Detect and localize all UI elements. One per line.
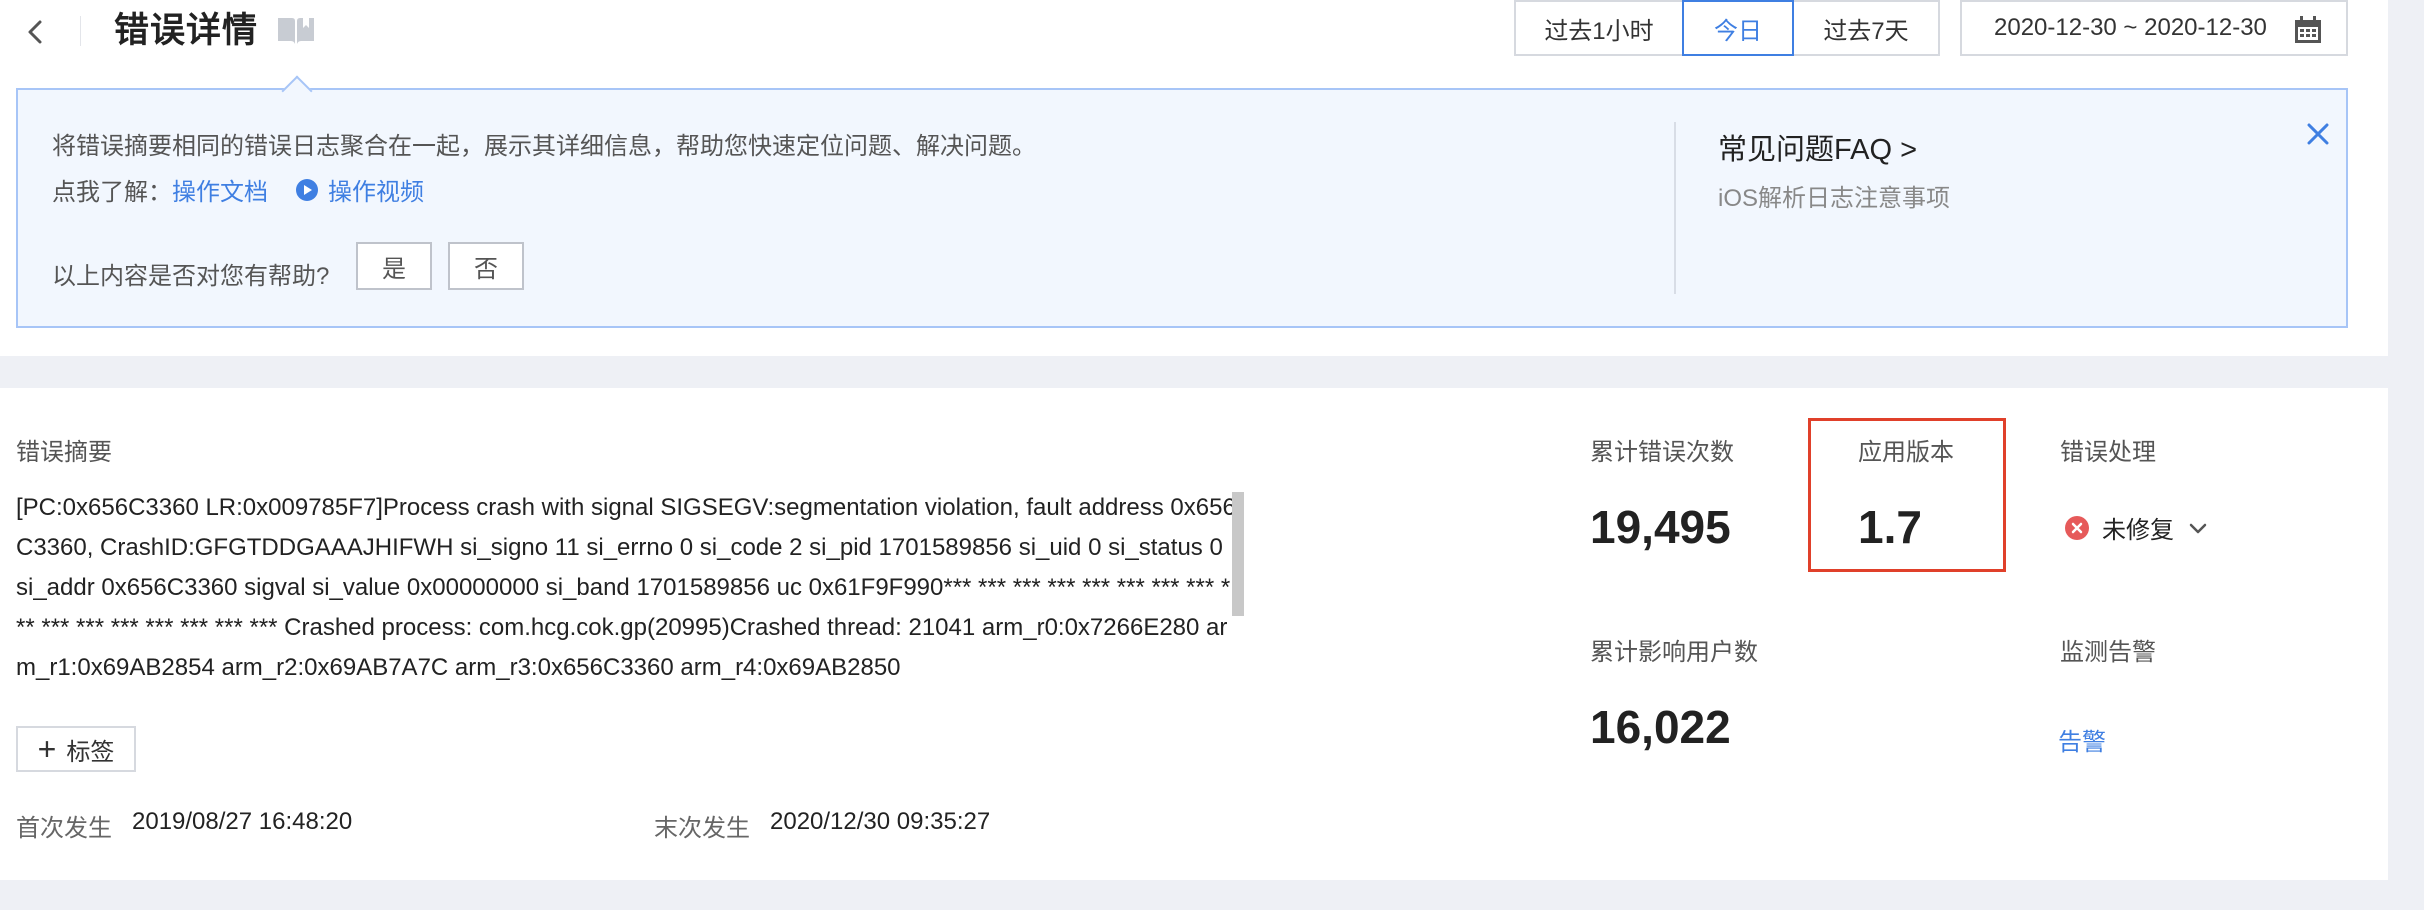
helpful-yes-button[interactable]: 是 xyxy=(356,242,432,290)
total-errors-label: 累计错误次数 xyxy=(1590,439,1734,466)
notice-divider xyxy=(1674,122,1676,294)
filter-past-7-days-button[interactable]: 过去7天 xyxy=(1792,0,1940,56)
close-icon[interactable] xyxy=(2302,118,2334,150)
error-detail-card: 错误摘要 [PC:0x656C3360 LR:0x009785F7]Proces… xyxy=(0,388,2388,880)
tag-button-label: 标签 xyxy=(66,738,115,766)
helpful-no-button[interactable]: 否 xyxy=(448,242,524,290)
first-occurrence-value: 2019/08/27 16:48:20 xyxy=(132,808,353,835)
last-occurrence-label: 末次发生 xyxy=(654,815,750,842)
error-status-text: 未修复 xyxy=(2102,517,2174,544)
filter-today-button[interactable]: 今日 xyxy=(1682,0,1794,56)
last-occurrence-value: 2020/12/30 09:35:27 xyxy=(770,808,991,835)
error-handling-label: 错误处理 xyxy=(2060,439,2156,466)
play-icon xyxy=(296,178,318,201)
summary-title: 错误摘要 xyxy=(16,439,112,466)
affected-users-value: 16,022 xyxy=(1590,701,1731,753)
date-range-picker[interactable]: 2020-12-30 ~ 2020-12-30 xyxy=(1960,0,2348,56)
error-status-icon xyxy=(2065,515,2089,540)
summary-scrollbar[interactable] xyxy=(1232,492,1244,616)
app-version-value: 1.7 xyxy=(1858,501,1922,553)
learn-label: 点我了解： xyxy=(52,179,172,206)
calendar-icon xyxy=(2295,16,2321,43)
date-range-text: 2020-12-30 ~ 2020-12-30 xyxy=(1994,14,2267,41)
video-link[interactable]: 操作视频 xyxy=(328,172,424,207)
back-button[interactable] xyxy=(18,14,54,50)
faq-link[interactable]: 常见问题FAQ > xyxy=(1718,126,1917,168)
notice-learn-row: 点我了解： 操作文档 操作视频 xyxy=(52,172,424,207)
app-version-label: 应用版本 xyxy=(1858,439,1954,466)
summary-text: [PC:0x656C3360 LR:0x009785F7]Process cra… xyxy=(16,494,1236,681)
affected-users-label: 累计影响用户数 xyxy=(1590,639,1758,666)
book-icon[interactable] xyxy=(276,14,316,46)
plus-icon: + xyxy=(37,731,57,767)
time-filter-group: 过去1小时 今日 过去7天 xyxy=(1514,0,1940,56)
chevron-left-icon xyxy=(28,20,42,44)
helpful-question: 以上内容是否对您有帮助? xyxy=(52,263,330,290)
divider xyxy=(80,16,81,46)
page-title: 错误详情 xyxy=(114,11,259,50)
faq-item-link[interactable]: iOS解析日志注意事项 xyxy=(1718,178,1950,213)
first-occurrence-label: 首次发生 xyxy=(16,815,112,842)
monitor-alert-label: 监测告警 xyxy=(2060,639,2156,666)
notice-text: 将错误摘要相同的错误日志聚合在一起，展示其详细信息，帮助您快速定位问题、解决问题… xyxy=(52,133,1036,160)
error-status-dropdown[interactable]: 未修复 xyxy=(2064,510,2210,545)
add-tag-button[interactable]: + 标签 xyxy=(16,726,136,772)
header-card: 错误详情 过去1小时 今日 过去7天 2020-12-30 ~ 2020-12-… xyxy=(0,0,2388,356)
chevron-down-icon xyxy=(2189,523,2207,533)
total-errors-value: 19,495 xyxy=(1590,501,1731,553)
doc-link[interactable]: 操作文档 xyxy=(172,172,268,207)
summary-box: [PC:0x656C3360 LR:0x009785F7]Process cra… xyxy=(16,488,1244,688)
filter-past-hour-button[interactable]: 过去1小时 xyxy=(1514,0,1684,56)
info-notice: 将错误摘要相同的错误日志聚合在一起，展示其详细信息，帮助您快速定位问题、解决问题… xyxy=(16,88,2348,328)
alert-link[interactable]: 告警 xyxy=(2058,722,2106,757)
